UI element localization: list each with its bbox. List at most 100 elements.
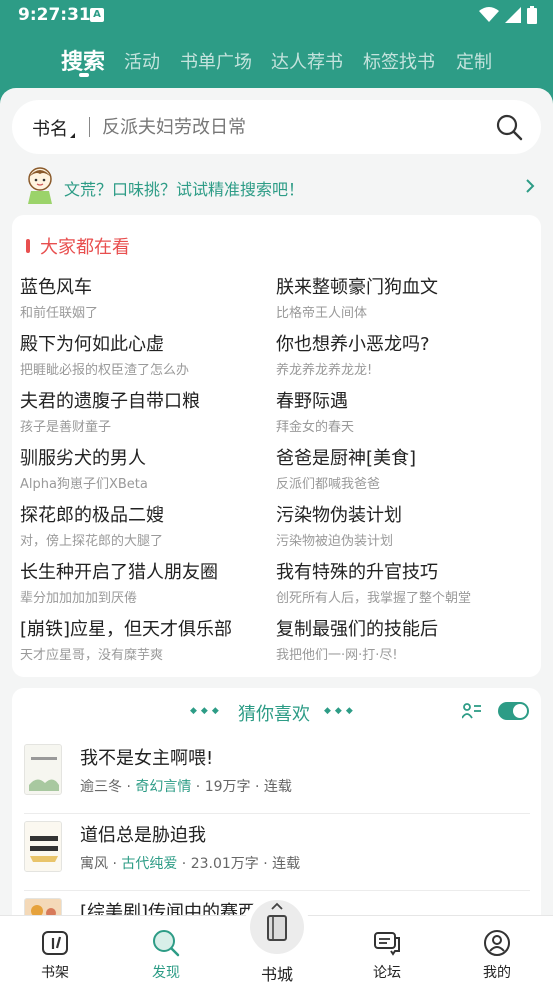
popular-book[interactable]: 你也想养小恶龙吗? 养龙养龙养龙龙! (276, 330, 526, 378)
notification-a-icon: A (90, 8, 104, 22)
tab-tag-search[interactable]: 标签找书 (363, 48, 435, 74)
book-title: 污染物伪装计划 (276, 505, 402, 526)
popular-book[interactable]: 复制最强们的技能后 我把他们一·网·打·尽! (276, 615, 526, 663)
forum-icon (374, 932, 400, 956)
popular-book[interactable]: 蓝色风车 和前任联姻了 (20, 273, 270, 321)
bookshelf-icon (42, 931, 68, 955)
genre-link[interactable]: 古代纯爱 (121, 856, 177, 872)
battery-icon (527, 6, 537, 24)
popular-book[interactable]: 污染物伪装计划 污染物被迫伪装计划 (276, 501, 526, 549)
book-title: 我有特殊的升官技巧 (276, 562, 438, 583)
nav-bookstore[interactable] (250, 900, 304, 954)
popular-section: 大家都在看 蓝色风车 和前任联姻了 朕来整顿豪门狗血文 比格帝王人间体 殿下为何… (12, 215, 541, 677)
chevron-up-icon (271, 902, 283, 910)
genre-link[interactable]: 奇幻言情 (135, 779, 191, 795)
status-bar: 9:27:31 A (0, 0, 553, 32)
popular-book[interactable]: 驯服劣犬的男人 Alpha狗崽子们XBeta (20, 444, 270, 492)
popular-book[interactable]: 长生种开启了猎人朋友圈 辈分加加加加到厌倦 (20, 558, 270, 606)
book-subtitle: 天才应星哥，没有糜芋爽 (20, 648, 164, 663)
book-title: 爸爸是厨神[美食] (276, 448, 417, 469)
popular-book[interactable]: 爸爸是厨神[美食] 反派们都喊我爸爸 (276, 444, 526, 492)
book-subtitle: 养龙养龙养龙龙! (276, 363, 373, 378)
recommend-item[interactable]: 道侣总是胁迫我 寓风 · 古代纯爱 · 23.01万字 · 连载 (24, 815, 530, 891)
popular-book[interactable]: 夫君的遗腹子自带口粮 孩子是善财童子 (20, 387, 270, 435)
cover-art-icon (25, 822, 61, 871)
status-time: 9:27:31 (18, 5, 91, 25)
author: 寓风 (80, 856, 108, 872)
serial-status: 连载 (263, 779, 292, 795)
book-subtitle: 辈分加加加加到厌倦 (20, 591, 138, 606)
book-subtitle: 对，傍上探花郎的大腿了 (20, 534, 164, 549)
book-subtitle: 拜金女的春天 (276, 420, 355, 435)
book-title: 复制最强们的技能后 (276, 619, 438, 640)
wifi-icon (479, 7, 499, 22)
search-category-select[interactable]: 书名 (32, 115, 68, 141)
book-title: 蓝色风车 (20, 277, 92, 298)
book-subtitle: 污染物被迫伪装计划 (276, 534, 394, 549)
popular-book[interactable]: 春野际遇 拜金女的春天 (276, 387, 526, 435)
search-icon[interactable] (495, 113, 523, 141)
status-icons (479, 6, 537, 24)
discover-icon (153, 930, 180, 957)
book-subtitle: 比格帝王人间体 (276, 306, 368, 321)
popular-book[interactable]: 探花郎的极品二嫂 对，傍上探花郎的大腿了 (20, 501, 270, 549)
book-subtitle: 把睚眦必报的权臣渣了怎么办 (20, 363, 190, 378)
search-input[interactable]: 反派夫妇劳改日常 (102, 113, 246, 139)
book-subtitle: Alpha狗崽子们XBeta (20, 477, 148, 492)
book-title: 朕来整顿豪门狗血文 (276, 277, 438, 298)
book-title: 长生种开启了猎人朋友圈 (20, 562, 218, 583)
popular-book[interactable]: 殿下为何如此心虚 把睚眦必报的权臣渣了怎么办 (20, 330, 270, 378)
nav-label: 我的 (483, 965, 511, 981)
precise-search-tip[interactable]: 文荒？口味挑？试试精准搜索吧！ (0, 162, 553, 214)
book-title: 探花郎的极品二嫂 (20, 505, 164, 526)
section-marker (26, 239, 30, 253)
tab-booklist-plaza[interactable]: 书单广场 (180, 48, 252, 74)
recommend-meta: 逾三冬 · 奇幻言情 · 19万字 · 连载 (80, 779, 292, 795)
recommend-title: 我不是女主啊喂! (80, 748, 214, 769)
tab-activity[interactable]: 活动 (124, 48, 160, 74)
tab-expert-picks[interactable]: 达人荐书 (271, 48, 343, 74)
signal-icon (505, 7, 521, 23)
nav-discover[interactable]: 发现 (121, 916, 211, 984)
active-tab-indicator (79, 73, 89, 77)
search-bar[interactable]: 书名 反派夫妇劳改日常 (12, 100, 541, 154)
book-cover (24, 821, 62, 872)
book-subtitle: 孩子是善财童子 (20, 420, 112, 435)
book-title: 春野际遇 (276, 391, 348, 412)
word-count: 19万字 (204, 779, 251, 795)
nav-forum[interactable]: 论坛 (342, 916, 432, 984)
recommend-title: 道侣总是胁迫我 (80, 825, 206, 846)
popular-book[interactable]: [崩铁]应星，但天才俱乐部 天才应星哥，没有糜芋爽 (20, 615, 270, 663)
top-tab-bar: 搜索 活动 书单广场 达人荐书 标签找书 定制 (0, 40, 553, 88)
tip-text: 文荒？口味挑？试试精准搜索吧！ (64, 180, 305, 199)
book-subtitle: 反派们都喊我爸爸 (276, 477, 381, 492)
book-title: 夫君的遗腹子自带口粮 (20, 391, 200, 412)
book-subtitle: 我把他们一·网·打·尽! (276, 648, 398, 663)
profile-icon (484, 930, 510, 956)
nav-label: 书架 (41, 965, 69, 981)
book-title: 殿下为何如此心虚 (20, 334, 164, 355)
book-cover (24, 744, 62, 795)
guess-title: 猜你喜欢 (238, 704, 310, 725)
popular-book[interactable]: 我有特殊的升官技巧 创死所有人后，我掌握了整个朝堂 (276, 558, 526, 606)
cover-art-icon (25, 745, 61, 794)
mascot-avatar-icon (28, 167, 52, 204)
tab-custom[interactable]: 定制 (456, 48, 492, 74)
nav-profile[interactable]: 我的 (452, 916, 542, 984)
nav-label: 发现 (152, 965, 180, 981)
popular-book[interactable]: 朕来整顿豪门狗血文 比格帝王人间体 (276, 273, 526, 321)
author: 逾三冬 (80, 779, 122, 795)
tab-search[interactable]: 搜索 (61, 44, 105, 76)
content-sheet: 书名 反派夫妇劳改日常 文荒？口味挑？试试精准搜索吧！ 大家都在看 蓝色风车 和… (0, 88, 553, 984)
book-subtitle: 创死所有人后，我掌握了整个朝堂 (276, 591, 472, 606)
serial-status: 连载 (272, 856, 301, 872)
recommend-meta: 寓风 · 古代纯爱 · 23.01万字 · 连载 (80, 856, 301, 872)
nav-label: 论坛 (373, 965, 401, 981)
recommend-toggle[interactable] (498, 702, 529, 720)
category-dropdown-icon (70, 133, 75, 138)
decor-diamonds-icon: ◆◆◆ (190, 706, 223, 716)
nav-bookshelf[interactable]: 书架 (10, 916, 100, 984)
recommend-item[interactable]: 我不是女主啊喂! 逾三冬 · 奇幻言情 · 19万字 · 连载 (24, 738, 530, 814)
preference-settings-icon[interactable] (462, 702, 482, 720)
book-title: 驯服劣犬的男人 (20, 448, 146, 469)
